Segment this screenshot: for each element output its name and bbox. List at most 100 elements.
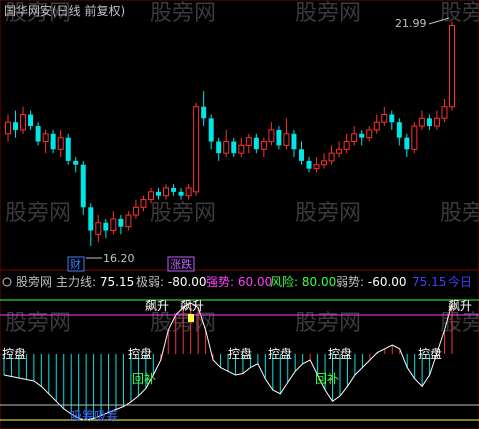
annot-biaosheng: 飙升 [448, 298, 472, 313]
hdr-value-5: 75.15 [412, 275, 446, 289]
watermark-text: 股旁网 [150, 201, 216, 226]
candle-body-up [381, 113, 388, 123]
annot-kongpan: 控盘 [268, 346, 292, 361]
oscillator-annotations: 控盘 控盘 控盘 控盘 控盘 控盘飙升 飙升 飙升回补 回补吸筹吸筹 [2, 298, 472, 423]
candle-body-down [359, 133, 365, 138]
candle-body-up [57, 137, 64, 150]
candle-body-down [276, 129, 282, 146]
oscillator-series [3, 302, 453, 421]
candle-body-up [283, 133, 290, 146]
candle-body-down [253, 137, 259, 150]
watermark-text: 股旁网 [150, 1, 216, 26]
hdr-label-2: 强势: [206, 275, 234, 289]
candle-body-up [110, 218, 117, 232]
candle-body-down [404, 137, 410, 150]
candle-body-up [373, 121, 380, 131]
stock-chart: 股旁网股旁网股旁网股旁网股旁网股旁网股旁网股旁网股旁网股旁网股旁网股旁网 控盘控… [0, 0, 479, 429]
hdr-item-2: 强势: 60.00 [206, 275, 272, 289]
hdr-value-0: 75.15 [100, 275, 134, 289]
candle-body-up [20, 113, 27, 131]
candle-body-up [336, 148, 343, 154]
candle-body-down [426, 118, 432, 127]
candle-body-up [125, 214, 132, 228]
annot-kongpan: 控盘 [2, 346, 26, 361]
watermark-text: 股旁网 [440, 1, 479, 26]
annot-biaosheng: 飙升 [180, 298, 204, 313]
candle-body-up [313, 164, 320, 170]
candle-body-down [208, 118, 214, 142]
annot-xichou: 吸筹吸筹 [70, 409, 118, 423]
candle-body-up [5, 121, 11, 135]
signal-marker [188, 314, 194, 322]
hdr-label-4: 弱势: [336, 275, 364, 289]
chart-title: 国华网安(日线 前复权) [4, 3, 125, 18]
candle-body-down [396, 122, 402, 138]
tag-cai: 财 [70, 257, 81, 271]
candle-body-down [216, 141, 222, 154]
candle-body-up [449, 24, 455, 108]
watermark-text: 股旁网 [440, 201, 479, 226]
hdr-item-3: 风险: 80.00 [270, 274, 336, 289]
watermark-text: 股旁网 [295, 1, 361, 26]
candle-body-up [185, 187, 192, 197]
candle-body-up [366, 129, 373, 139]
hdr-value-2: 60.00 [238, 275, 272, 289]
annot-kongpan: 控盘 [128, 346, 152, 361]
candle-body-down [298, 149, 304, 161]
chart-stage: 股旁网股旁网股旁网股旁网股旁网股旁网股旁网股旁网股旁网股旁网股旁网股旁网 控盘控… [0, 0, 479, 429]
candle-body-down [50, 133, 56, 150]
candle-body-up [95, 222, 102, 235]
candle-body-up [343, 141, 350, 150]
annot-biaosheng: 飙升 [145, 298, 169, 313]
annot-huibu: 回补 [315, 372, 339, 386]
candle-body-down [178, 191, 184, 196]
candle-body-down [306, 160, 312, 169]
candle-body-down [291, 133, 297, 150]
candle-body-down [201, 106, 207, 119]
hdr-value-6: 今日 [448, 274, 472, 289]
candle-body-up [351, 133, 358, 143]
candle-body-down [73, 160, 79, 165]
hdr-value-3: 80.00 [302, 275, 336, 289]
candle-body-up [245, 137, 252, 146]
candle-body-down [35, 126, 41, 142]
candle-body-up [132, 206, 139, 216]
hdr-item-0: 主力线: 75.15 [56, 275, 134, 289]
candle-body-down [156, 191, 162, 196]
candle-body-down [28, 114, 34, 127]
candle-body-down [65, 137, 71, 161]
candle-body-down [80, 164, 86, 208]
candle-body-up [441, 106, 448, 119]
candle-body-up [163, 187, 170, 197]
candle-body-down [118, 218, 124, 227]
candle-body-up [260, 141, 267, 150]
max-price-label: 21.99 [395, 17, 427, 30]
gear-icon[interactable] [2, 277, 12, 287]
min-price-label: 16.20 [103, 252, 135, 265]
hdr-label-0: 主力线: [56, 275, 96, 289]
candle-body-up [42, 133, 49, 143]
candle-body-up [328, 152, 335, 162]
watermark-text: 股旁网 [295, 201, 361, 226]
candle-body-down [103, 222, 109, 231]
candle-body-up [268, 129, 275, 143]
hdr-item-4: 弱势: -60.00 [336, 275, 407, 289]
hdr-value-4: -60.00 [368, 275, 407, 289]
indicator-header: 股旁网 主力线: 75.15 极弱: -80.00 强势: 60.00 风险: … [2, 274, 472, 289]
candle-body-down [88, 207, 94, 231]
candle-body-down [13, 122, 19, 130]
candle-body-up [418, 117, 425, 127]
candle-body-up [411, 125, 418, 150]
candle-body-up [433, 117, 440, 127]
hdr-value-1: -80.00 [168, 275, 207, 289]
tag-zhangdie: 涨跌 [170, 257, 192, 271]
candle-body-up [321, 160, 328, 166]
candle-body-up [193, 106, 200, 193]
indicator-name: 股旁网 [16, 274, 52, 289]
annot-kongpan: 控盘 [418, 346, 442, 361]
annot-huibu: 回补 [132, 372, 156, 386]
candlestick-series [5, 22, 455, 246]
hdr-label-3: 风险: [270, 274, 298, 289]
candle-body-down [389, 114, 395, 123]
candle-body-down [231, 141, 237, 154]
